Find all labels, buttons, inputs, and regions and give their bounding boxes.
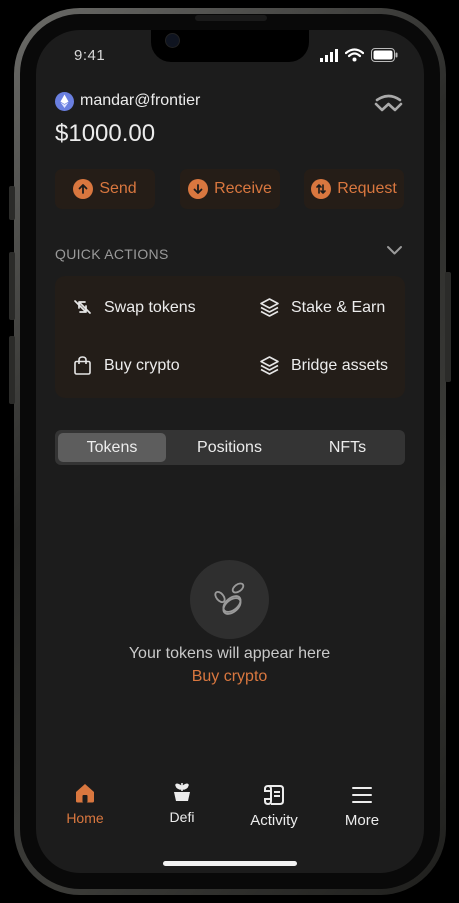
- bridge-assets-label: Bridge assets: [291, 356, 388, 374]
- arrow-down-icon: [188, 179, 209, 199]
- volume-down-button: [9, 336, 15, 404]
- empty-state-message: Your tokens will appear here: [128, 645, 331, 662]
- ethereum-icon: [55, 92, 74, 111]
- send-button[interactable]: Send: [55, 169, 155, 209]
- signal-icon: [320, 49, 338, 62]
- nav-home-label: Home: [66, 810, 104, 826]
- swap-tokens-action[interactable]: Swap tokens: [72, 297, 196, 318]
- stake-earn-action[interactable]: Stake & Earn: [259, 297, 385, 318]
- layers-icon: [260, 356, 279, 375]
- front-camera: [165, 33, 180, 48]
- status-time: 9:41: [74, 47, 106, 64]
- arrow-up-icon: [73, 179, 94, 199]
- mute-switch: [9, 186, 15, 220]
- empty-state-buy-link: Buy crypto: [0, 668, 459, 686]
- receive-button[interactable]: Receive: [180, 169, 280, 209]
- layers-icon: [260, 298, 279, 317]
- coins-icon: [213, 582, 244, 615]
- nav-defi[interactable]: Defi: [152, 781, 212, 825]
- buy-crypto-action[interactable]: Buy crypto: [72, 355, 180, 376]
- home-indicator[interactable]: [163, 861, 297, 866]
- empty-state-illustration: [190, 560, 269, 639]
- swap-tokens-label: Swap tokens: [104, 298, 196, 316]
- power-button: [445, 272, 451, 382]
- earpiece: [195, 15, 267, 21]
- tab-nfts[interactable]: NFTs: [293, 433, 402, 462]
- walletconnect-icon[interactable]: [374, 94, 403, 114]
- stake-earn-label: Stake & Earn: [291, 298, 386, 316]
- wifi-icon: [345, 48, 364, 62]
- nav-activity-label: Activity: [250, 812, 298, 829]
- bridge-assets-action[interactable]: Bridge assets: [259, 355, 388, 376]
- volume-up-button: [9, 252, 15, 320]
- home-icon: [76, 784, 94, 803]
- nav-more[interactable]: More: [332, 784, 392, 829]
- account-username[interactable]: mandar@frontier: [80, 92, 200, 110]
- receive-label: Receive: [214, 180, 272, 197]
- quick-actions-title: QUICK ACTIONS: [55, 246, 169, 262]
- nav-home[interactable]: Home: [55, 782, 115, 826]
- nav-more-label: More: [344, 812, 380, 829]
- scroll-icon: [264, 785, 284, 806]
- buy-crypto-label: Buy crypto: [104, 356, 180, 374]
- battery-icon: [371, 48, 398, 62]
- nav-defi-label: Defi: [169, 809, 195, 825]
- plant-icon: [174, 783, 190, 801]
- buy-crypto-link[interactable]: Buy crypto: [192, 668, 268, 685]
- request-label: Request: [337, 180, 397, 197]
- nav-activity[interactable]: Activity: [243, 784, 305, 829]
- quick-actions-panel: [55, 276, 405, 398]
- send-label: Send: [99, 180, 137, 197]
- account-balance: $1000.00: [55, 120, 156, 147]
- tab-positions[interactable]: Positions: [172, 433, 287, 462]
- chevron-down-icon[interactable]: [386, 245, 403, 256]
- request-icon: [311, 179, 332, 199]
- request-button[interactable]: Request: [304, 169, 404, 209]
- menu-icon: [352, 787, 372, 803]
- bag-icon: [74, 356, 91, 375]
- swap-icon: [74, 300, 91, 314]
- tab-tokens[interactable]: Tokens: [58, 433, 166, 462]
